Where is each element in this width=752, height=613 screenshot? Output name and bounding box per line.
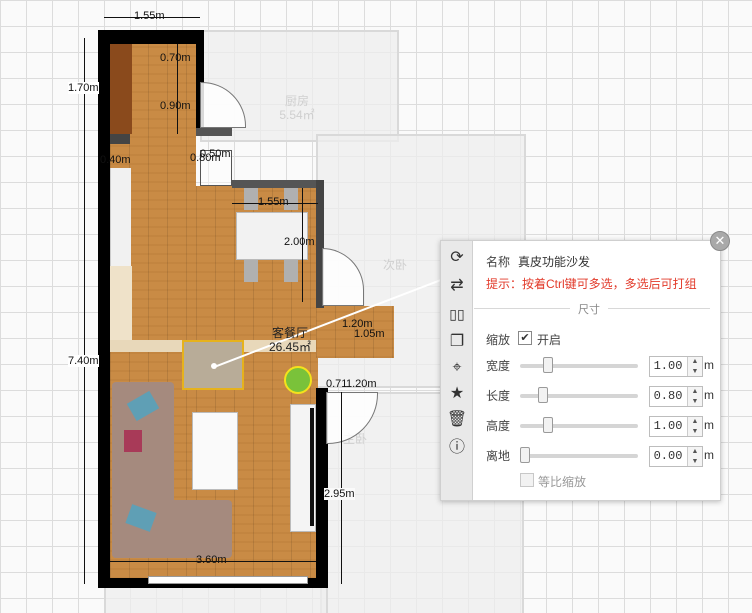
dining-chair-4[interactable] (284, 260, 298, 282)
dim-side-a: 0.40m (100, 154, 131, 166)
elevation-increment[interactable]: ▲ (688, 447, 702, 456)
proportional-checkbox[interactable] (520, 473, 534, 487)
selection-handle[interactable] (211, 363, 217, 369)
name-value: 真皮功能沙发 (518, 255, 591, 269)
length-increment[interactable]: ▲ (688, 387, 702, 396)
width-unit: m (704, 358, 714, 372)
dim-alcove-h: 1.05m (354, 328, 385, 340)
dim-offset-b: 1.20m (346, 378, 377, 390)
height-decrement[interactable]: ▼ (688, 427, 702, 436)
width-label: 宽度 (486, 359, 511, 373)
dim-left-total: 7.40m (68, 355, 99, 367)
width-slider[interactable] (520, 364, 638, 368)
dim-side-b: 0.80m (190, 152, 221, 164)
width-input[interactable]: 1.00 ▲ ▼ (649, 356, 703, 377)
favorite-icon[interactable]: ★ (446, 383, 468, 405)
dim-dining-depth: 2.00m (284, 236, 315, 248)
width-increment[interactable]: ▲ (688, 357, 702, 366)
dim-door-a: 0.70m (160, 52, 191, 64)
wall-dining-top (232, 180, 324, 188)
width-decrement[interactable]: ▼ (688, 367, 702, 376)
elevation-slider-handle[interactable] (520, 447, 530, 463)
dim-left-top: 1.70m (68, 82, 99, 94)
height-slider[interactable] (520, 424, 638, 428)
height-unit: m (704, 418, 714, 432)
floor-dark-strip (110, 44, 132, 134)
scale-label: 缩放 (486, 333, 511, 347)
length-slider-handle[interactable] (538, 387, 548, 403)
multi-select-hint: 提示：按着Ctrl键可多选，多选后可打组 (486, 277, 697, 291)
length-input[interactable]: 0.80 ▲ ▼ (649, 386, 703, 407)
scale-checkbox[interactable]: ✔ (518, 331, 532, 345)
wall-top (98, 30, 204, 44)
floor-white-strip (110, 168, 131, 266)
length-label: 长度 (486, 389, 511, 403)
length-unit: m (704, 388, 714, 402)
height-increment[interactable]: ▲ (688, 417, 702, 426)
length-decrement[interactable]: ▼ (688, 397, 702, 406)
kitchen-label: 厨房 5.54㎡ (279, 94, 315, 122)
dining-chair-1[interactable] (244, 188, 258, 210)
dim-line-left (84, 38, 85, 584)
panel-close-button[interactable]: ✕ (710, 231, 730, 251)
scale-checkbox-label: 开启 (537, 333, 562, 347)
name-label: 名称 (486, 255, 511, 269)
elevation-unit: m (704, 448, 714, 462)
entry-rug (110, 266, 132, 340)
second-bedroom-label: 次卧 (382, 258, 407, 272)
dim-top-width: 1.55m (134, 10, 165, 22)
dim-right-lower: 2.95m (324, 488, 355, 500)
proportional-label: 等比缩放 (538, 475, 587, 489)
position-icon[interactable]: ⌖ (446, 357, 468, 379)
height-label: 高度 (486, 419, 511, 433)
coffee-table[interactable] (192, 412, 238, 490)
sofa-cushion-2 (124, 430, 142, 452)
wall-left (98, 30, 110, 588)
panel-toolbar: ⟳ ⇄ ▯▯ ❐ ⌖ ★ 🗑 ⓘ (441, 241, 473, 500)
info-icon[interactable]: ⓘ (446, 437, 468, 459)
elevation-label: 离地 (486, 449, 511, 463)
dim-bottom-width: 3.60m (196, 554, 227, 566)
mirror-icon[interactable]: ▯▯ (446, 303, 468, 325)
height-slider-handle[interactable] (543, 417, 553, 433)
elevation-input[interactable]: 0.00 ▲ ▼ (649, 446, 703, 467)
dim-door-b: 0.90m (160, 100, 191, 112)
wall-left-notch (110, 134, 130, 144)
tv-screen (310, 408, 314, 526)
size-section-title: 尺寸 (474, 300, 710, 316)
delete-icon[interactable]: 🗑 (446, 409, 468, 431)
rotate-icon[interactable]: ⟳ (446, 247, 468, 269)
height-input[interactable]: 1.00 ▲ ▼ (649, 416, 703, 437)
plant-icon[interactable] (284, 366, 312, 394)
window-bottom (148, 576, 308, 584)
swap-icon[interactable]: ⇄ (446, 275, 468, 297)
elevation-slider[interactable] (520, 454, 638, 458)
width-slider-handle[interactable] (543, 357, 553, 373)
dim-dining-width: 1.55m (258, 196, 289, 208)
dim-offset-a: 0.71 (326, 378, 348, 390)
dining-chair-3[interactable] (244, 260, 258, 282)
wall-right-stub (196, 128, 232, 136)
living-room-label: 客餐厅 26.45㎡ (268, 326, 312, 354)
elevation-decrement[interactable]: ▼ (688, 457, 702, 466)
copy-icon[interactable]: ❐ (446, 331, 468, 353)
